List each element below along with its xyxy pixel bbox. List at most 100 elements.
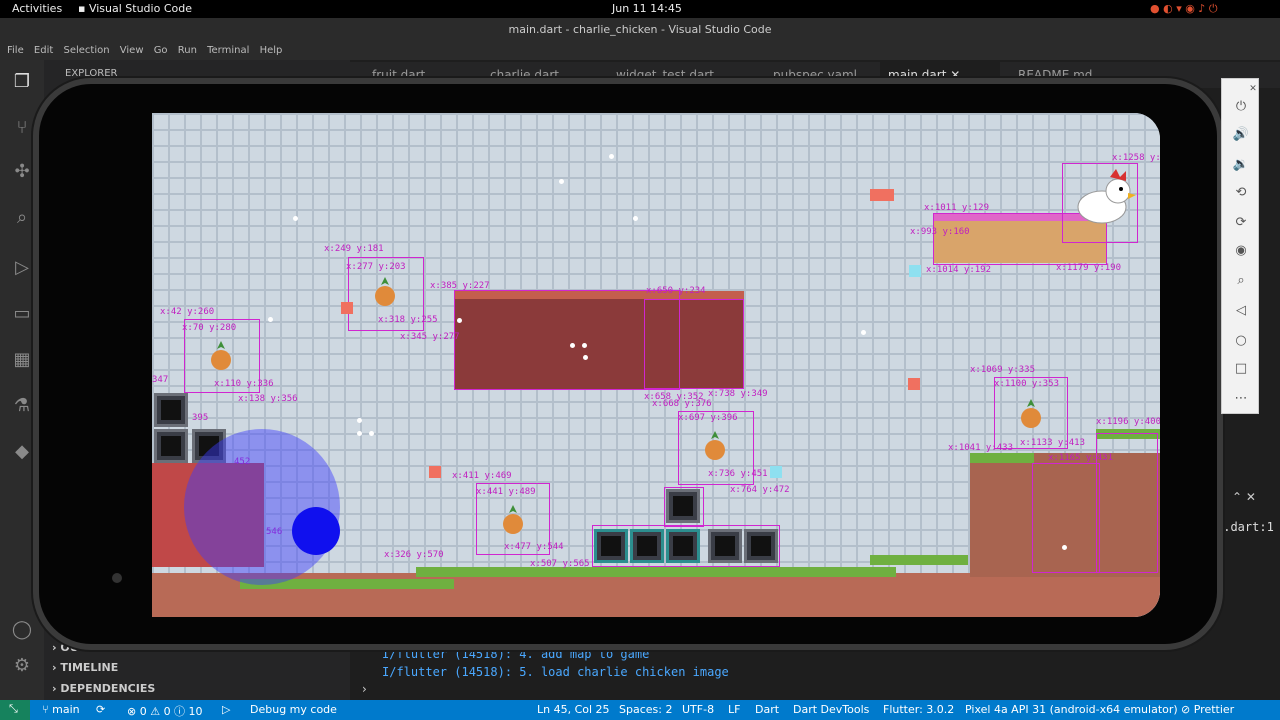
hitbox: [592, 525, 780, 567]
camera-screenshot-icon[interactable]: ◉: [1231, 241, 1251, 261]
particle: [369, 431, 374, 436]
particle: [559, 179, 564, 184]
particle: [457, 318, 462, 323]
camera-icon: [112, 573, 122, 583]
volume-up-icon[interactable]: 🔊: [1231, 125, 1251, 145]
menu-run[interactable]: Run: [178, 42, 197, 60]
debug-label: x:110 y:336: [214, 379, 274, 389]
menu-bar: File Edit Selection View Go Run Terminal…: [0, 42, 1280, 60]
status-tray-icons[interactable]: ● ◐ ▾ ◉ ♪ ⏻: [1150, 2, 1218, 16]
red-marker: [341, 302, 353, 314]
explorer-icon[interactable]: ❐: [10, 70, 34, 94]
branch-indicator[interactable]: ⑂ main: [42, 703, 80, 716]
device-selector[interactable]: Pixel 4a API 31 (android-x64 emulator): [965, 703, 1178, 716]
window-title: main.dart - charlie_chicken - Visual Stu…: [0, 18, 1280, 42]
search-icon[interactable]: ⌕: [10, 206, 34, 230]
debug-label: x:318 y:255: [378, 315, 438, 325]
debug-label: x:138 y:356: [238, 394, 298, 404]
zoom-icon[interactable]: ⌕: [1231, 271, 1251, 291]
problems-indicator[interactable]: ⊗ 0 ⚠ 0 ⓘ 10: [127, 703, 203, 719]
hitbox: [1062, 163, 1138, 243]
game-screen[interactable]: x:249 y:181 x:277 y:203 x:318 y:255 x:34…: [152, 113, 1160, 617]
app-menu[interactable]: ▪ Visual Studio Code: [78, 2, 192, 15]
debug-config[interactable]: Debug my code: [250, 703, 337, 716]
menu-view[interactable]: View: [120, 42, 144, 60]
close-icon[interactable]: ✕: [1248, 79, 1258, 99]
particle: [268, 317, 273, 322]
particle: [1062, 545, 1067, 550]
debug-label: x:1133 y:413: [1020, 438, 1086, 448]
power-icon[interactable]: ⏻: [1231, 97, 1251, 117]
language-mode[interactable]: Dart: [755, 703, 779, 716]
crate: [154, 393, 188, 427]
cursor-position[interactable]: Ln 45, Col 25: [537, 703, 610, 716]
menu-help[interactable]: Help: [260, 42, 283, 60]
remote-indicator[interactable]: ⤡: [0, 700, 30, 720]
indentation[interactable]: Spaces: 2: [619, 703, 672, 716]
menu-edit[interactable]: Edit: [34, 42, 53, 60]
overview-icon[interactable]: □: [1231, 359, 1251, 379]
red-marker: [908, 378, 920, 390]
line-endings[interactable]: LF: [728, 703, 740, 716]
debug-label: x:993 y:160: [910, 227, 970, 237]
particle: [583, 355, 588, 360]
debug-label: x:70 y:280: [182, 323, 237, 333]
blocks-icon[interactable]: ▦: [10, 348, 34, 372]
debug-label: 395: [192, 413, 209, 423]
crate: [154, 429, 188, 463]
sync-icon[interactable]: ⟳: [96, 703, 105, 716]
particle: [570, 343, 575, 348]
settings-gear-icon[interactable]: ⚙: [10, 654, 34, 678]
dependencies-section[interactable]: › DEPENDENCIES: [52, 682, 155, 695]
source-control-icon[interactable]: ⑂: [10, 116, 34, 140]
hitbox: [664, 487, 704, 527]
activities-button[interactable]: Activities: [12, 2, 62, 15]
emulator-toolbar: ✕ ⏻ 🔊 🔉 ⟲ ⟳ ◉ ⌕ ◁ ○ □ ⋯: [1221, 78, 1259, 414]
clock[interactable]: Jun 11 14:45: [612, 2, 682, 15]
debug-label: x:249 y:181: [324, 244, 384, 254]
menu-selection[interactable]: Selection: [63, 42, 109, 60]
volume-down-icon[interactable]: 🔉: [1231, 155, 1251, 175]
remote-explorer-icon[interactable]: ▭: [10, 302, 34, 326]
cyan-marker: [770, 466, 782, 478]
dart-devtools[interactable]: Dart DevTools: [793, 703, 869, 716]
debug-label: x:1041 y:433: [948, 443, 1014, 453]
encoding[interactable]: UTF-8: [682, 703, 714, 716]
system-top-bar: Activities ▪ Visual Studio Code Jun 11 1…: [0, 0, 1280, 18]
flutter-version[interactable]: Flutter: 3.0.2: [883, 703, 954, 716]
flutter-icon[interactable]: ◆: [10, 440, 34, 464]
rotate-left-icon[interactable]: ⟲: [1231, 183, 1251, 203]
home-icon[interactable]: ○: [1231, 331, 1251, 351]
debug-label: x:1258 y:65: [1112, 153, 1160, 163]
debug-label: x:1011 y:129: [924, 203, 990, 213]
debug-label: x:385 y:227: [430, 281, 490, 291]
run-debug-icon[interactable]: ▷: [10, 256, 34, 280]
grass-strip: [870, 555, 968, 565]
debug-label: x:697 y:396: [678, 413, 738, 423]
debug-label: x:477 y:544: [504, 542, 564, 552]
debug-label: x:1179 y:190: [1056, 263, 1122, 273]
menu-go[interactable]: Go: [154, 42, 168, 60]
cyan-marker: [909, 265, 921, 277]
panel-reference[interactable]: n.dart:1: [1216, 520, 1274, 534]
more-icon[interactable]: ⋯: [1231, 389, 1251, 409]
prettier[interactable]: ⊘ Prettier: [1181, 703, 1234, 716]
back-icon[interactable]: ◁: [1231, 301, 1251, 321]
debug-label: x:345 y:277: [400, 332, 460, 342]
menu-file[interactable]: File: [7, 42, 24, 60]
timeline-section[interactable]: › TIMELINE: [52, 661, 118, 674]
terminal-prompt[interactable]: ›: [362, 682, 367, 696]
debug-label: x:1069 y:335: [970, 365, 1036, 375]
panel-controls[interactable]: ⌃ ✕: [1232, 490, 1256, 504]
debug-label: x:738 y:349: [708, 389, 768, 399]
rotate-right-icon[interactable]: ⟳: [1231, 213, 1251, 233]
debug-icon[interactable]: ▷: [222, 703, 230, 716]
debug-label: x:764 y:472: [730, 485, 790, 495]
extensions-icon[interactable]: ✣: [10, 160, 34, 184]
account-icon[interactable]: ◯: [10, 618, 34, 642]
testing-icon[interactable]: ⚗: [10, 394, 34, 418]
red-marker: [870, 189, 894, 201]
particle: [293, 216, 298, 221]
menu-terminal[interactable]: Terminal: [207, 42, 249, 60]
joystick-knob[interactable]: [292, 507, 340, 555]
